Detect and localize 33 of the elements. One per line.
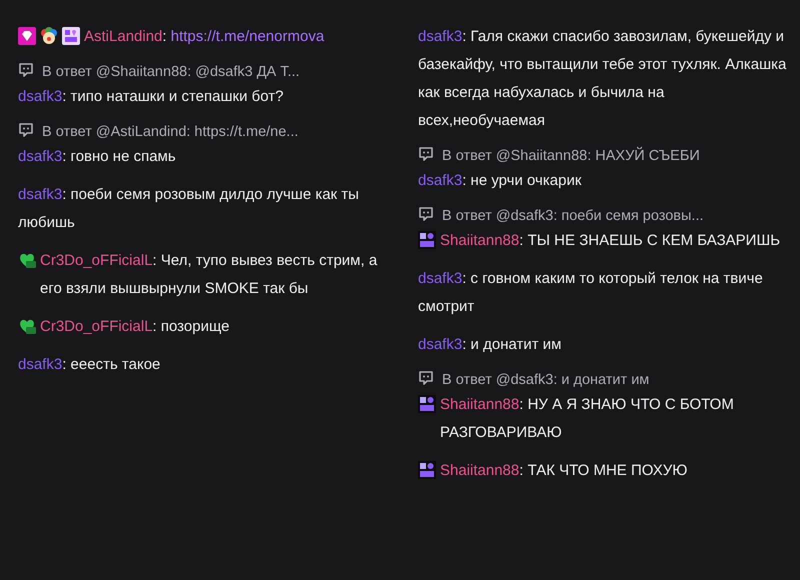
chat-message: Shaiitann88: ТЫ НЕ ЗНАЕШЬ С КЕМ БАЗАРИШЬ: [440, 231, 780, 251]
calendar-badge-icon: [62, 27, 80, 45]
chat-message: Cr3Do_oFFicialL: Чел, тупо вывез весть стрим, а его взяли вышвырнули SMOKE так бы: [40, 251, 378, 299]
chat-message: dsafk3: не урчи очкарик: [418, 171, 582, 191]
reply-preview: В ответ @dsafk3: и донатит им: [442, 372, 650, 388]
chat-message: dsafk3: поеби семя розовым дилдо лучше как ты любишь: [18, 185, 360, 233]
chat-message: dsafk3: говно не спамь: [18, 147, 176, 167]
reply-chat-icon: [418, 206, 434, 222]
calendar-badge-icon: [418, 395, 436, 413]
calendar-badge-icon: [418, 461, 436, 479]
reply-preview: В ответ @dsafk3: поеби семя розовы...: [442, 208, 704, 224]
chat-message: dsafk3: типо наташки и степашки бот?: [18, 87, 284, 107]
chat-message: dsafk3: и донатит им: [418, 335, 562, 355]
chat-message: Shaiitann88: НУ А Я ЗНАЮ ЧТО С БОТОМ РАЗГОВАРИВАЮ: [440, 395, 735, 443]
chat-message: dsafk3: Галя скажи спасибо завозилам, букешейду и базекайфу, что вытащили тебе этот тухляк. Алкашка как всегда набухалась и бычила на всех,необучаемая: [418, 27, 788, 131]
chat-message: Cr3Do_oFFicialL: позорище: [40, 317, 230, 337]
reply-chat-icon: [18, 122, 34, 138]
reply-preview: В ответ @Shaiitann88: @dsafk3 ДА Т...: [42, 64, 300, 80]
heart-badge-icon: [18, 317, 36, 335]
message-link[interactable]: https://t.me/nenormova: [170, 28, 324, 45]
reply-preview: В ответ @AstiLandind: https://t.me/ne...: [42, 124, 298, 140]
reply-chat-icon: [418, 370, 434, 386]
reply-preview: В ответ @Shaiitann88: НАХУЙ СЪЕБИ: [442, 148, 700, 164]
gem-badge-icon: [18, 27, 36, 45]
chat-message: AstiLandind: https://t.me/nenormova: [84, 27, 324, 47]
chat-message: dsafk3: с говном каким то который телок на твиче смотрит: [418, 269, 764, 317]
chat-message: dsafk3: ееесть такое: [18, 355, 160, 375]
clown-face-icon: [40, 27, 58, 45]
reply-chat-icon: [18, 62, 34, 78]
chat-message: Shaiitann88: ТАК ЧТО МНЕ ПОХУЮ: [440, 461, 688, 481]
heart-badge-icon: [18, 251, 36, 269]
reply-chat-icon: [418, 146, 434, 162]
calendar-badge-icon: [418, 231, 436, 249]
